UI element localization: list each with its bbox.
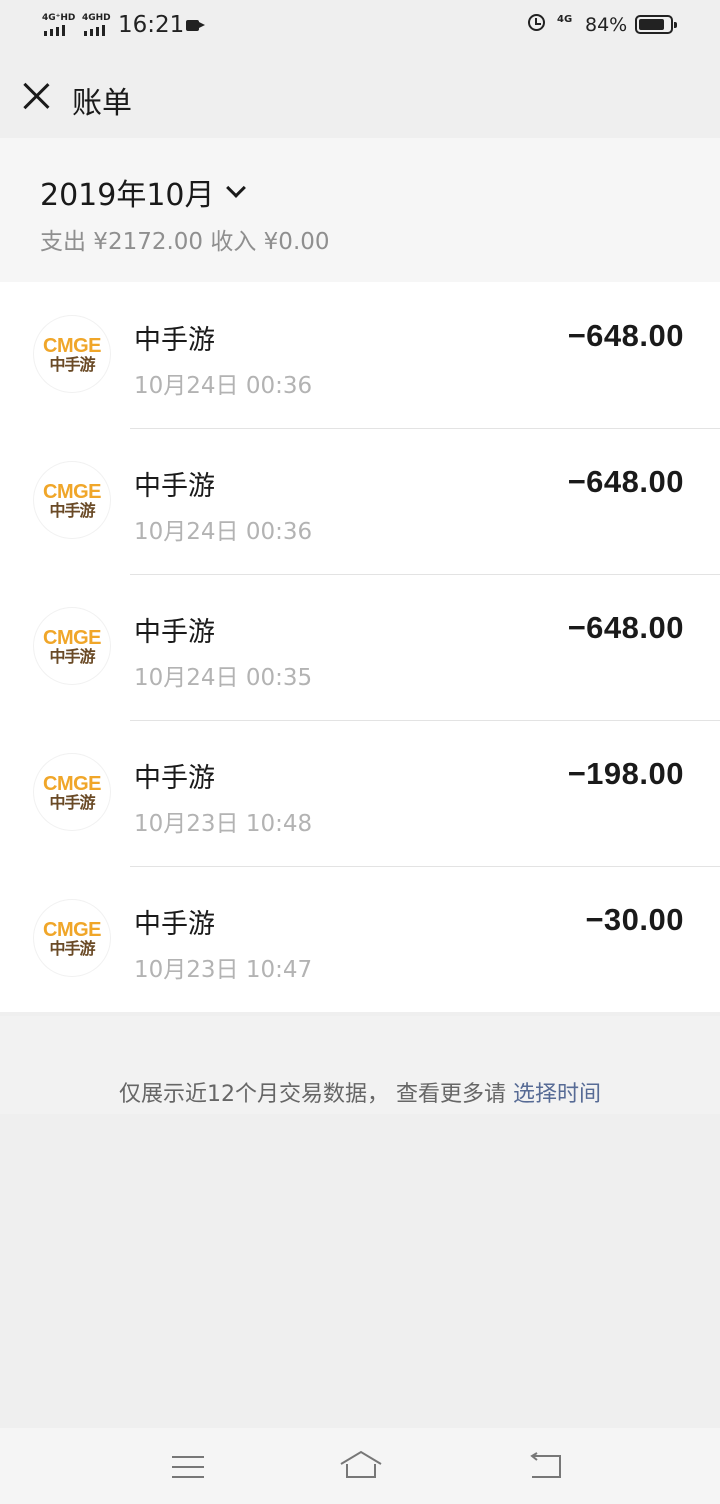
merchant-logo: CMGE 中手游 bbox=[34, 316, 110, 392]
transaction-list: CMGE 中手游 中手游 10月24日 00:36 −648.00 CMGE 中… bbox=[0, 282, 720, 1012]
logo-text-en: CMGE bbox=[43, 335, 102, 357]
transaction-time: 10月24日 00:35 bbox=[134, 665, 313, 691]
logo-text-en: CMGE bbox=[43, 919, 102, 941]
battery-fill bbox=[639, 19, 664, 30]
logo-text-en: CMGE bbox=[43, 773, 102, 795]
transaction-row[interactable]: CMGE 中手游 中手游 10月24日 00:36 −648.00 bbox=[0, 428, 720, 574]
transaction-time: 10月24日 00:36 bbox=[134, 519, 313, 545]
month-label: 2019年10月 bbox=[40, 178, 215, 213]
merchant-logo: CMGE 中手游 bbox=[34, 754, 110, 830]
battery-percent: 84% bbox=[585, 14, 628, 36]
transaction-amount: −648.00 bbox=[567, 318, 684, 353]
merchant-name: 中手游 bbox=[134, 325, 215, 356]
merchant-logo: CMGE 中手游 bbox=[34, 608, 110, 684]
signal-1-icon bbox=[44, 25, 65, 36]
status-bar: 4G⁺HD 4GHD 16:21 4G 84% bbox=[0, 0, 720, 52]
merchant-logo: CMGE 中手游 bbox=[34, 462, 110, 538]
month-summary: 支出 ¥2172.00 收入 ¥0.00 bbox=[40, 229, 330, 255]
system-nav-bar bbox=[0, 1428, 720, 1504]
transaction-time: 10月24日 00:36 bbox=[134, 373, 313, 399]
merchant-name: 中手游 bbox=[134, 909, 215, 940]
page-title: 账单 bbox=[72, 86, 132, 121]
signal-2-label: 4GHD bbox=[82, 13, 111, 23]
alarm-icon bbox=[528, 14, 545, 31]
transaction-row[interactable]: CMGE 中手游 中手游 10月24日 00:35 −648.00 bbox=[0, 574, 720, 720]
network-type: 4G bbox=[557, 14, 573, 25]
logo-text-en: CMGE bbox=[43, 481, 102, 503]
close-icon[interactable] bbox=[22, 82, 50, 110]
logo-text-en: CMGE bbox=[43, 627, 102, 649]
signal-1-label: 4G⁺HD bbox=[42, 13, 76, 23]
footer-note: 仅展示近12个月交易数据， 查看更多请 选择时间 bbox=[0, 1016, 720, 1114]
nav-bar: 账单 bbox=[0, 52, 720, 138]
transaction-row[interactable]: CMGE 中手游 中手游 10月24日 00:36 −648.00 bbox=[0, 282, 720, 428]
transaction-amount: −30.00 bbox=[585, 902, 684, 937]
transaction-time: 10月23日 10:47 bbox=[134, 957, 313, 983]
merchant-name: 中手游 bbox=[134, 617, 215, 648]
logo-text-cn: 中手游 bbox=[49, 501, 95, 520]
transaction-amount: −198.00 bbox=[567, 756, 684, 791]
menu-icon[interactable] bbox=[172, 1456, 204, 1478]
status-time: 16:21 bbox=[118, 12, 185, 38]
merchant-name: 中手游 bbox=[134, 763, 215, 794]
signal-2-icon bbox=[84, 25, 105, 36]
logo-text-cn: 中手游 bbox=[49, 355, 95, 374]
battery-icon bbox=[635, 15, 677, 34]
merchant-logo: CMGE 中手游 bbox=[34, 900, 110, 976]
logo-text-cn: 中手游 bbox=[49, 793, 95, 812]
select-time-link[interactable]: 选择时间 bbox=[513, 1082, 601, 1107]
chevron-down-icon bbox=[225, 178, 246, 198]
back-icon[interactable] bbox=[528, 1452, 562, 1480]
footer-text: 仅展示近12个月交易数据， 查看更多请 选择时间 bbox=[119, 1076, 601, 1108]
transaction-amount: −648.00 bbox=[567, 610, 684, 645]
logo-text-cn: 中手游 bbox=[49, 647, 95, 666]
footer-note-text: 仅展示近12个月交易数据， 查看更多请 bbox=[119, 1082, 513, 1107]
transaction-row[interactable]: CMGE 中手游 中手游 10月23日 10:48 −198.00 bbox=[0, 720, 720, 866]
merchant-name: 中手游 bbox=[134, 471, 215, 502]
transaction-amount: −648.00 bbox=[567, 464, 684, 499]
transaction-row[interactable]: CMGE 中手游 中手游 10月23日 10:47 −30.00 bbox=[0, 866, 720, 1012]
logo-text-cn: 中手游 bbox=[49, 939, 95, 958]
month-header: 2019年10月 支出 ¥2172.00 收入 ¥0.00 bbox=[0, 138, 720, 282]
transaction-time: 10月23日 10:48 bbox=[134, 811, 313, 837]
month-selector[interactable]: 2019年10月 bbox=[40, 170, 246, 214]
video-record-icon bbox=[186, 20, 205, 31]
home-icon[interactable] bbox=[339, 1450, 383, 1480]
